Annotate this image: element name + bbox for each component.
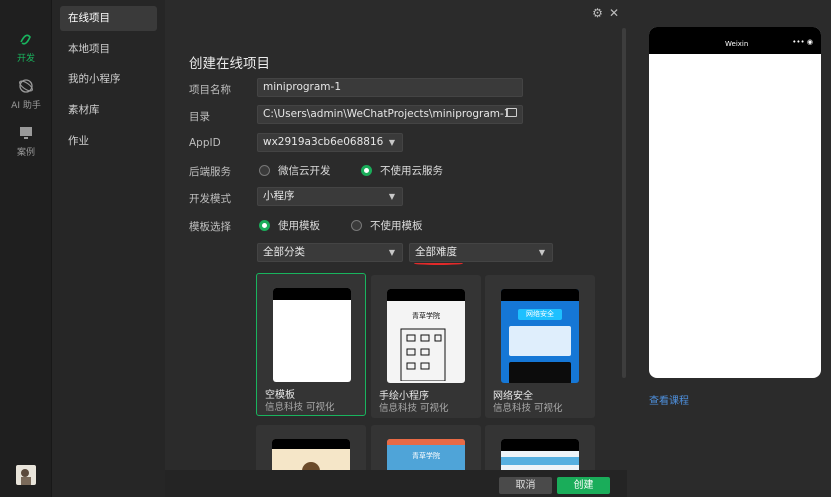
- template-option-none[interactable]: 不使用模板: [351, 218, 423, 233]
- backend-option-none[interactable]: 不使用云服务: [361, 163, 443, 178]
- template-card-blank[interactable]: 空模板 信息科技 可视化: [256, 273, 366, 416]
- rail-item-label: AI 助手: [11, 101, 41, 111]
- close-icon[interactable]: ✕: [609, 6, 619, 20]
- name-label: 项目名称: [189, 84, 231, 96]
- template-label: 模板选择: [189, 221, 231, 233]
- directory-value: C:\Users\admin\WeChatProjects\miniprogra…: [263, 108, 511, 120]
- rail-item-cases[interactable]: 案例: [0, 124, 52, 158]
- radio-icon: [259, 165, 270, 176]
- red-annotation-underline: [414, 262, 463, 265]
- chevron-down-icon: ▼: [388, 192, 395, 201]
- folder-icon[interactable]: [506, 108, 517, 117]
- mode-label: 开发模式: [189, 193, 231, 205]
- thumb-title: 青草学院: [412, 452, 440, 460]
- directory-input[interactable]: C:\Users\admin\WeChatProjects\miniprogra…: [257, 105, 523, 124]
- cancel-button[interactable]: 取消: [499, 477, 552, 494]
- menu-item-local[interactable]: 本地项目: [60, 37, 157, 62]
- template-thumb: 青草学院: [387, 289, 465, 383]
- ai-icon: [19, 79, 33, 93]
- building-illustration: [400, 328, 446, 382]
- radio-selected-icon: [259, 220, 270, 231]
- view-course-link[interactable]: 查看课程: [649, 392, 689, 407]
- window-controls: ⚙ ✕: [586, 6, 619, 20]
- phone-nav-bar: Weixin ••• ◉: [649, 27, 821, 54]
- chevron-down-icon: ▼: [388, 248, 395, 257]
- thumb-title: 青草学院: [412, 312, 440, 320]
- create-button[interactable]: 创建: [557, 477, 610, 494]
- template-tags: 信息科技 可视化: [265, 402, 335, 413]
- template-tags: 信息科技 可视化: [493, 403, 563, 414]
- appid-select[interactable]: wx2919a3cb6e068816 ▼: [257, 133, 403, 152]
- phone-title: Weixin: [725, 40, 749, 48]
- template-tags: 信息科技 可视化: [379, 403, 449, 414]
- template-option-use[interactable]: 使用模板: [259, 218, 320, 233]
- project-menu: 在线项目 本地项目 我的小程序 素材库 作业: [52, 0, 165, 497]
- footer-bar: 取消 创建: [165, 470, 627, 497]
- category-value: 全部分类: [263, 246, 305, 258]
- code-icon: [20, 34, 31, 45]
- template-card-handdrawn[interactable]: 青草学院 手绘小程序 信息科技 可视化: [371, 275, 481, 418]
- page-title: 创建在线项目: [189, 56, 270, 72]
- appid-value: wx2919a3cb6e068816: [263, 136, 384, 148]
- rail-item-label: 开发: [16, 54, 35, 64]
- project-name-input[interactable]: miniprogram-1: [257, 78, 523, 97]
- template-card-security[interactable]: 网络安全 网络安全 信息科技 可视化: [485, 275, 595, 418]
- menu-item-online[interactable]: 在线项目: [60, 6, 157, 31]
- scrollbar[interactable]: [622, 28, 626, 378]
- menu-item-my-miniprogram[interactable]: 我的小程序: [60, 67, 157, 92]
- difficulty-value: 全部难度: [415, 246, 457, 258]
- appid-label: AppID: [189, 137, 221, 149]
- chevron-down-icon: ▼: [538, 248, 545, 257]
- chevron-down-icon: ▼: [388, 138, 395, 147]
- template-thumb: [273, 288, 351, 382]
- menu-item-homework[interactable]: 作业: [60, 129, 157, 154]
- dir-label: 目录: [189, 111, 210, 123]
- app-window: 开发 AI 助手 案例 在线项目 本地项目 我的小程序 素材库 作业 ⚙ ✕ 创建…: [0, 0, 831, 497]
- thumb-title: 网络安全: [518, 309, 562, 320]
- template-thumb: 网络安全: [501, 289, 579, 383]
- create-project-panel: ⚙ ✕ 创建在线项目 项目名称 miniprogram-1 目录 C:\Users…: [165, 0, 627, 497]
- monitor-icon: [20, 127, 32, 139]
- difficulty-select[interactable]: 全部难度 ▼: [409, 243, 553, 262]
- left-rail: 开发 AI 助手 案例: [0, 0, 52, 497]
- dev-mode-select[interactable]: 小程序 ▼: [257, 187, 403, 206]
- rail-item-label: 案例: [16, 148, 35, 158]
- rail-item-ai[interactable]: AI 助手: [0, 77, 52, 111]
- radio-label: 不使用云服务: [380, 165, 443, 177]
- backend-option-cloud[interactable]: 微信云开发: [259, 163, 331, 178]
- radio-label: 使用模板: [278, 220, 320, 232]
- capsule-menu-icon: ••• ◉: [792, 38, 813, 46]
- radio-label: 微信云开发: [278, 165, 331, 177]
- category-select[interactable]: 全部分类 ▼: [257, 243, 403, 262]
- phone-preview: Weixin ••• ◉: [649, 27, 821, 378]
- radio-icon: [351, 220, 362, 231]
- rail-item-dev[interactable]: 开发: [0, 30, 52, 64]
- radio-selected-icon: [361, 165, 372, 176]
- menu-item-materials[interactable]: 素材库: [60, 98, 157, 123]
- avatar[interactable]: [16, 465, 36, 485]
- gear-icon[interactable]: ⚙: [592, 6, 603, 20]
- backend-label: 后端服务: [189, 166, 231, 178]
- radio-label: 不使用模板: [370, 220, 423, 232]
- mode-value: 小程序: [263, 190, 295, 202]
